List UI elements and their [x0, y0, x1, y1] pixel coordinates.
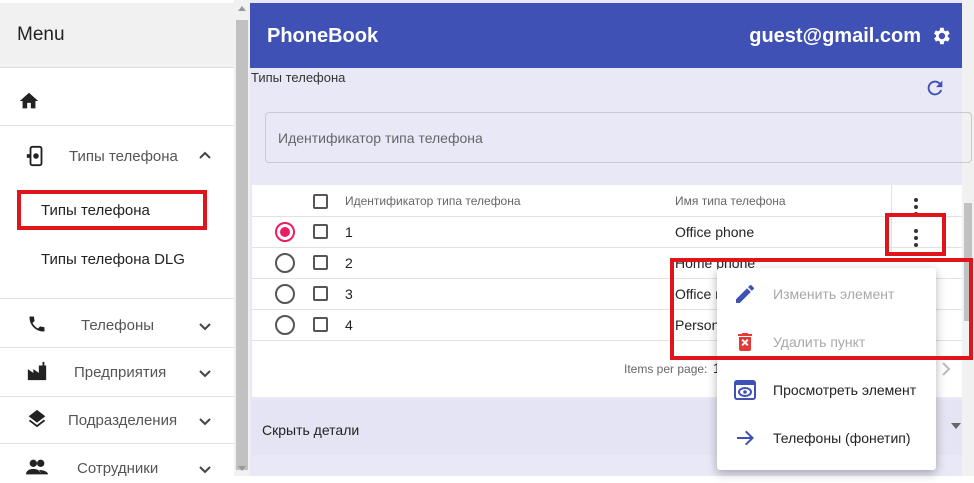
highlight-box-sidebar: [17, 190, 207, 230]
cell-id: 1: [345, 224, 353, 240]
highlight-box-menu: [670, 258, 973, 360]
chevron-down-icon: [199, 466, 211, 474]
home-item[interactable]: [0, 87, 234, 115]
user-email[interactable]: guest@gmail.com: [749, 25, 921, 48]
details-toggle-label: Скрыть детали: [262, 422, 360, 438]
main-scrollbar[interactable]: [962, 0, 974, 476]
phone-settings-icon: [24, 144, 48, 168]
home-icon: [17, 89, 41, 113]
sidebar-item-departments[interactable]: Подразделения: [0, 405, 234, 435]
sidebar-item-phone-types-dlg[interactable]: Типы телефона DLG: [0, 245, 234, 275]
sidebar-item-employees[interactable]: Сотрудники: [0, 453, 234, 483]
sidebar-item-phones[interactable]: Телефоны: [0, 310, 234, 340]
scroll-thumb[interactable]: [236, 20, 248, 470]
cell-id: 4: [345, 317, 353, 333]
row-select-radio[interactable]: [275, 284, 295, 304]
sidebar-item-label: Предприятия: [74, 364, 167, 381]
eye-icon: [734, 380, 756, 400]
phone-type-id-filter-input[interactable]: Идентификатор типа телефона: [265, 112, 972, 163]
scroll-down-arrow-icon[interactable]: [238, 466, 246, 471]
column-header-id[interactable]: Идентификатор типа телефона: [345, 194, 521, 208]
menu-item-label: Просмотреть элемент: [773, 382, 917, 398]
row-checkbox[interactable]: [313, 224, 328, 239]
highlight-box-more-button: [885, 213, 946, 256]
cell-id: 2: [345, 255, 353, 271]
sidebar-group-label: Типы телефона: [69, 148, 178, 165]
sidebar-item-enterprises[interactable]: Предприятия: [0, 357, 234, 387]
caret-down-icon[interactable]: [951, 423, 961, 429]
chevron-down-icon: [199, 370, 211, 378]
menu-item-phones[interactable]: Телефоны (фонетип): [717, 414, 936, 462]
sidebar-item-label: Телефоны: [81, 317, 155, 334]
sidebar-group-phone-types[interactable]: Типы телефона: [0, 140, 234, 172]
sidebar-item-label: Подразделения: [68, 412, 178, 429]
scroll-up-arrow-icon[interactable]: [238, 6, 246, 11]
gear-icon[interactable]: [930, 25, 952, 47]
sidebar-item-label: Типы телефона DLG: [41, 251, 185, 268]
column-header-name[interactable]: Имя типа телефона: [675, 194, 786, 208]
row-checkbox[interactable]: [313, 317, 328, 332]
factory-icon: [25, 359, 49, 383]
menu-title: Menu: [17, 24, 65, 45]
people-icon: [25, 455, 49, 479]
app-toolbar: PhoneBook guest@gmail.com: [250, 3, 962, 68]
row-checkbox[interactable]: [313, 255, 328, 270]
chevron-down-icon: [199, 323, 211, 331]
select-all-checkbox[interactable]: [313, 194, 328, 209]
menu-header: Menu: [0, 3, 234, 68]
paginator-label: Items per page:: [624, 362, 708, 376]
next-page-icon[interactable]: [940, 360, 952, 378]
menu-item-view[interactable]: Просмотреть элемент: [717, 366, 936, 414]
row-select-radio[interactable]: [275, 315, 295, 335]
sidebar: Menu Типы телефона Типы телефона Типы те…: [0, 0, 234, 477]
row-checkbox[interactable]: [313, 286, 328, 301]
phone-icon: [25, 312, 49, 336]
app-title: PhoneBook: [267, 25, 379, 47]
menu-item-label: Телефоны (фонетип): [773, 430, 911, 446]
row-select-radio[interactable]: [275, 222, 295, 242]
filter-placeholder: Идентификатор типа телефона: [278, 130, 483, 146]
chevron-down-icon: [199, 418, 211, 426]
layers-icon: [25, 407, 49, 431]
chevron-up-icon: [199, 151, 211, 159]
sidebar-scrollbar[interactable]: [234, 0, 250, 476]
cell-name: Office phone: [675, 224, 755, 240]
section-title: Типы телефона: [251, 70, 346, 85]
sidebar-item-label: Сотрудники: [77, 460, 159, 477]
row-select-radio[interactable]: [275, 253, 295, 273]
arrow-right-icon: [737, 430, 754, 446]
refresh-icon[interactable]: [924, 77, 946, 99]
cell-id: 3: [345, 286, 353, 302]
